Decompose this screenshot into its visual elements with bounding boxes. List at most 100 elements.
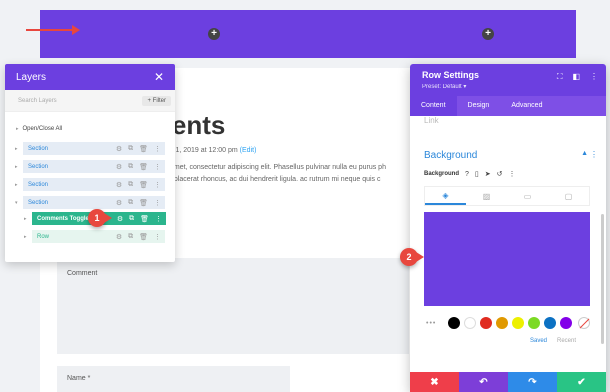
modal-scrollbar[interactable] [601,214,604,344]
duplicate-icon[interactable]: ⧉ [128,233,133,241]
expand-caret-icon[interactable]: ▸ [24,234,27,240]
layer-item-section[interactable]: ▸ Section ⚙ ⧉ 🗑 ⋮ [15,142,165,155]
gear-icon[interactable]: ⚙ [116,181,122,189]
layers-header: Layers ✕ [5,64,175,90]
duplicate-icon[interactable]: ⧉ [128,163,133,171]
cursor-hover-icon[interactable]: ➤ [485,170,491,178]
tab-design[interactable]: Design [457,96,501,116]
gear-icon[interactable]: ⚙ [116,145,122,153]
layers-title: Layers [16,71,47,83]
gear-icon[interactable]: ⚙ [116,199,122,207]
layer-item-row[interactable]: ▸ Row ⚙ ⧉ 🗑 ⋮ [24,230,165,243]
close-icon[interactable]: ✕ [154,70,164,84]
more-icon[interactable]: ⋮ [154,163,161,171]
layers-search-bar: Search Layers + Filter [5,90,175,112]
image-tab-icon[interactable]: ▭ [507,187,548,205]
expand-caret-icon[interactable]: ▸ [24,216,27,222]
layer-actions: ⚙ ⧉ 🗑 ⋮ [116,199,161,207]
trash-icon[interactable]: 🗑 [139,163,148,171]
gradient-tab-icon[interactable]: ▨ [466,187,507,205]
tab-advanced[interactable]: Advanced [500,96,553,116]
add-module-plus-icon-right[interactable]: + [482,28,494,40]
expand-caret-icon[interactable]: ▸ [15,182,18,188]
duplicate-icon[interactable]: ⧉ [128,199,133,207]
layer-item-section[interactable]: ▸ Section ⚙ ⧉ 🗑 ⋮ [15,178,165,191]
gear-icon[interactable]: ⚙ [116,163,122,171]
name-field[interactable] [57,366,290,392]
badge-pointer-icon [416,252,424,262]
comment-field[interactable] [57,258,409,354]
preset-dropdown[interactable]: Preset: Default ▾ [422,83,594,90]
duplicate-icon[interactable]: ⧉ [128,181,133,189]
post-edit-link[interactable]: (Edit) [240,147,257,154]
layers-search-input[interactable]: Search Layers [18,98,57,104]
gear-icon[interactable]: ⚙ [117,215,123,223]
palette-color-swatch[interactable] [448,317,460,329]
expand-caret-icon[interactable]: ▾ [15,200,18,206]
layers-panel: Layers ✕ Search Layers + Filter ▸ Open/Cl… [5,64,175,262]
palette-color-swatch[interactable] [464,317,476,329]
layer-item-label: Section [28,199,49,206]
more-icon[interactable]: ⋮ [154,199,161,207]
fullscreen-icon[interactable]: ⛶ [557,72,563,82]
trash-icon[interactable]: 🗑 [139,233,148,241]
video-tab-icon[interactable]: ▢ [548,187,589,205]
more-icon[interactable]: ⋮ [509,170,516,178]
more-icon[interactable]: ⋮ [155,215,162,223]
more-icon[interactable]: ⋮ [154,145,161,153]
add-module-plus-icon[interactable]: + [208,28,220,40]
modal-header-icons: ⛶ ◧ ⋮ [557,72,598,82]
post-text-line: t placerat rhoncus, ac dui hendrerit lig… [170,176,381,183]
more-icon[interactable]: ⋮ [154,233,161,241]
duplicate-icon[interactable]: ⧉ [129,215,134,223]
duplicate-icon[interactable]: ⧉ [128,145,133,153]
more-colors-icon[interactable]: ••• [426,320,436,327]
redo-button[interactable]: ↷ [508,372,557,392]
reset-icon[interactable]: ↺ [497,170,503,178]
layer-item-section[interactable]: ▸ Section ⚙ ⧉ 🗑 ⋮ [15,160,165,173]
palette-color-swatch[interactable] [544,317,556,329]
palette-color-swatch[interactable] [528,317,540,329]
trash-icon[interactable]: 🗑 [139,199,148,207]
no-color-icon[interactable] [578,317,590,329]
palette-color-swatch[interactable] [560,317,572,329]
palette-color-swatch[interactable] [496,317,508,329]
trash-icon[interactable]: 🗑 [140,215,149,223]
mobile-icon[interactable]: ▯ [475,170,479,178]
help-icon[interactable]: ? [465,171,469,178]
more-icon[interactable]: ⋮ [590,150,598,159]
save-button[interactable]: ✔ [557,372,606,392]
modal-footer: ✖ ↶ ↷ ✔ [410,372,606,392]
gear-icon[interactable]: ⚙ [116,233,122,241]
layer-item-label: Section [28,181,49,188]
post-meta-date: y 1, 2019 at 12:00 pm [170,147,238,154]
chevron-up-icon[interactable]: ▲ [581,150,588,157]
tab-content[interactable]: Content [410,96,457,116]
palette-color-swatch[interactable] [512,317,524,329]
layer-actions: ⚙ ⧉ 🗑 ⋮ [117,215,162,223]
link-section-header[interactable]: Link [424,116,439,125]
filter-button[interactable]: + Filter [142,95,171,106]
color-fill-tab-icon[interactable]: ◈ [425,187,466,205]
background-section-title[interactable]: Background [424,150,477,161]
layer-actions: ⚙ ⧉ 🗑 ⋮ [116,233,161,241]
open-close-all-toggle[interactable]: ▸ Open/Close All [16,126,62,132]
post-excerpt: amet, consectetur adipiscing elit. Phase… [170,162,420,186]
cancel-button[interactable]: ✖ [410,372,459,392]
recent-tab[interactable]: Recent [557,338,576,344]
background-type-tabs: ◈ ▨ ▭ ▢ [424,186,590,206]
expand-caret-icon[interactable]: ▸ [15,146,18,152]
modal-tabs: Content Design Advanced [410,96,606,116]
palette-color-swatch[interactable] [480,317,492,329]
trash-icon[interactable]: 🗑 [139,145,148,153]
layer-item-section[interactable]: ▾ Section ⚙ ⧉ 🗑 ⋮ [15,196,165,209]
trash-icon[interactable]: 🗑 [139,181,148,189]
color-preview-swatch[interactable] [424,212,590,306]
split-view-icon[interactable]: ◧ [572,72,580,82]
more-options-icon[interactable]: ⋮ [590,72,598,82]
more-icon[interactable]: ⋮ [154,181,161,189]
undo-button[interactable]: ↶ [459,372,508,392]
expand-caret-icon[interactable]: ▸ [15,164,18,170]
background-option-row: Background ? ▯ ➤ ↺ ⋮ [424,170,516,179]
saved-tab[interactable]: Saved [530,338,547,344]
